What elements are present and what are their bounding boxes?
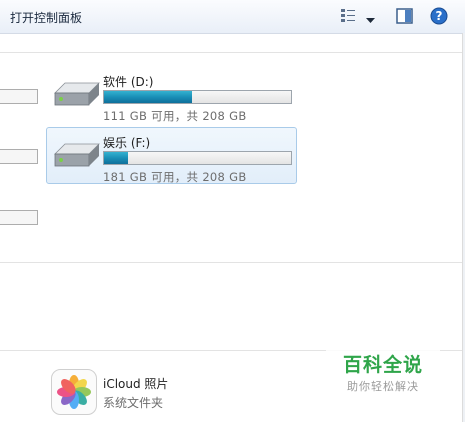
photos-icon[interactable]	[51, 369, 97, 415]
drive-usage-bar	[0, 89, 38, 104]
drive-usage-bar	[103, 90, 292, 104]
chevron-down-icon[interactable]	[366, 12, 375, 30]
watermark-subtitle: 助你轻松解决	[347, 380, 419, 393]
drive-size-text: 111 GB 可用，共 208 GB	[103, 109, 247, 123]
watermark-title: 百科全说	[342, 354, 423, 376]
open-control-panel-button[interactable]: 打开控制面板	[10, 9, 82, 26]
drive-usage-bar	[103, 151, 292, 165]
drive-name: 软件 (D:)	[103, 75, 154, 89]
drive-usage-bar	[0, 149, 38, 164]
views-icon[interactable]	[340, 7, 356, 25]
drive-usage-fill	[104, 91, 192, 103]
drive-usage-fill	[104, 152, 129, 164]
drive-item-f[interactable]: 娱乐 (F:) 181 GB 可用，共 208 GB	[46, 127, 297, 184]
drive-item-d[interactable]: 软件 (D:) 111 GB 可用，共 208 GB	[46, 66, 297, 123]
drive-size-text: 181 GB 可用，共 208 GB	[103, 170, 247, 184]
command-bar: 打开控制面板 ?	[0, 0, 465, 34]
section-divider	[0, 52, 462, 53]
svg-text:?: ?	[436, 9, 443, 23]
section-divider	[0, 262, 462, 263]
hard-drive-icon	[54, 143, 100, 167]
help-icon[interactable]: ?	[430, 7, 448, 25]
icloud-photos-type: 系统文件夹	[103, 396, 164, 410]
watermark: 百科全说 助你轻松解决	[326, 343, 440, 395]
icloud-photos-name[interactable]: iCloud 照片	[103, 375, 168, 392]
drive-name: 娱乐 (F:)	[103, 136, 151, 150]
hard-drive-icon	[54, 82, 100, 106]
preview-pane-icon[interactable]	[396, 7, 413, 25]
drive-usage-bar	[0, 210, 38, 225]
